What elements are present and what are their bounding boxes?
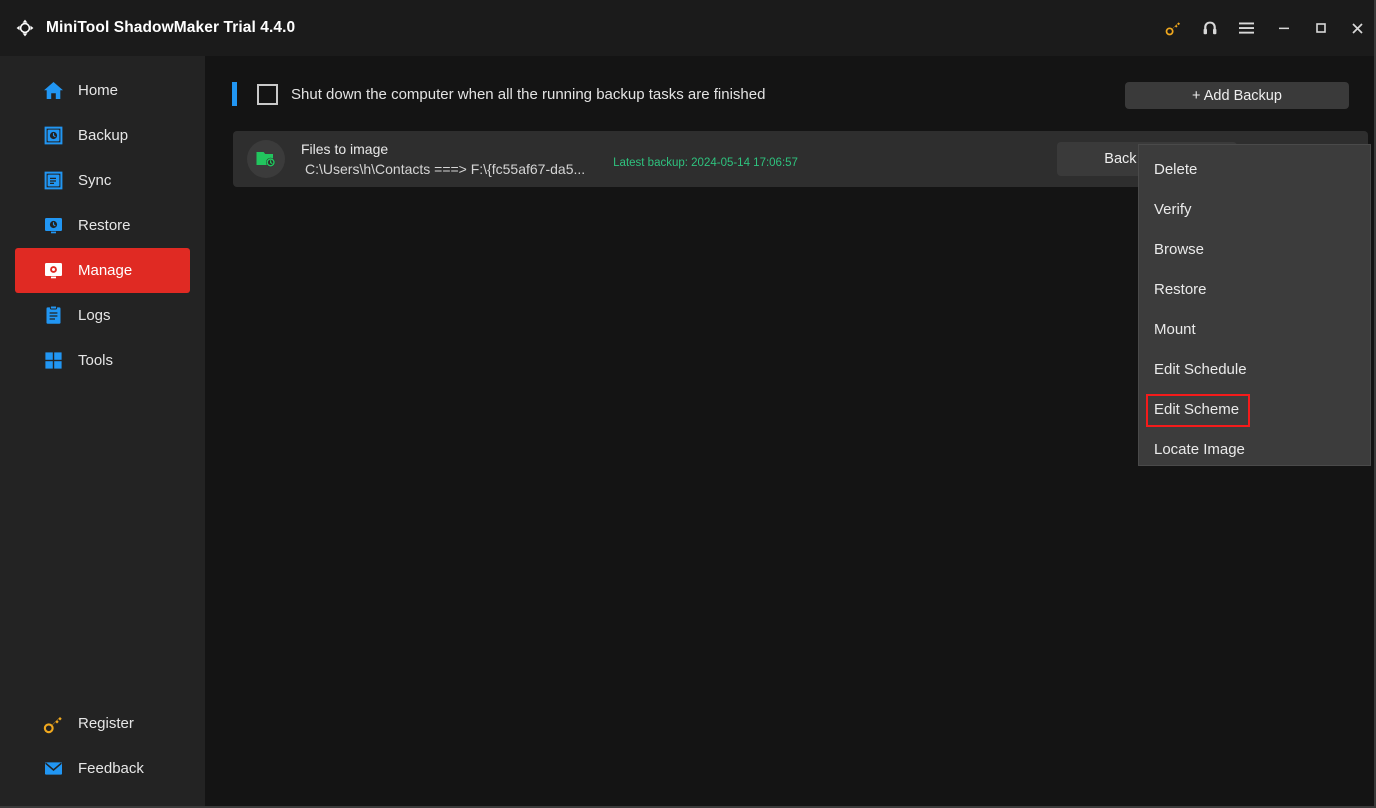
shutdown-checkbox-label: Shut down the computer when all the runn… <box>291 85 766 103</box>
sidebar-item-sync[interactable]: Sync <box>15 158 190 203</box>
sidebar-item-backup[interactable]: Backup <box>15 113 190 158</box>
sidebar-item-label: Feedback <box>78 760 144 777</box>
sidebar-item-label: Restore <box>78 217 131 234</box>
menu-item-restore[interactable]: Restore <box>1139 269 1370 309</box>
latest-backup-status: Latest backup: 2024-05-14 17:06:57 <box>613 157 798 169</box>
sidebar-item-feedback[interactable]: Feedback <box>15 746 190 791</box>
backup-task-path: C:\Users\h\Contacts ===> F:\{fc55af67-da… <box>305 160 586 177</box>
sidebar-item-label: Sync <box>78 172 112 189</box>
menu-item-delete[interactable]: Delete <box>1139 149 1370 189</box>
logs-icon <box>40 303 66 329</box>
sidebar-item-label: Manage <box>78 262 133 279</box>
menu-item-locate-image[interactable]: Locate Image <box>1139 429 1370 469</box>
sidebar-item-logs[interactable]: Logs <box>15 293 190 338</box>
app-title: MiniTool ShadowMaker Trial 4.4.0 <box>46 19 296 36</box>
manage-icon <box>40 258 66 284</box>
sync-icon <box>40 168 66 194</box>
backup-task-info: Files to image C:\Users\h\Contacts ===> … <box>301 140 585 179</box>
register-key-icon[interactable] <box>1154 0 1191 56</box>
menu-item-edit-schedule[interactable]: Edit Schedule <box>1139 349 1370 389</box>
tools-icon <box>40 348 66 374</box>
maximize-button[interactable] <box>1302 0 1339 56</box>
menu-item-browse[interactable]: Browse <box>1139 229 1370 269</box>
support-headset-icon[interactable] <box>1191 0 1228 56</box>
backup-task-title: Files to image <box>301 140 389 157</box>
close-button[interactable] <box>1339 0 1376 56</box>
sidebar-item-label: Home <box>78 82 119 99</box>
sidebar-item-manage[interactable]: Manage <box>15 248 190 293</box>
application-window: MiniTool ShadowMaker Trial 4.4.0 Home Ba… <box>0 0 1376 808</box>
menu-item-mount[interactable]: Mount <box>1139 309 1370 349</box>
sidebar-item-label: Register <box>78 715 134 732</box>
title-bar: MiniTool ShadowMaker Trial 4.4.0 <box>0 0 1376 56</box>
sidebar-item-label: Logs <box>78 307 111 324</box>
manage-toolbar: Shut down the computer when all the runn… <box>208 56 1374 136</box>
sidebar-item-tools[interactable]: Tools <box>15 338 190 383</box>
sidebar-item-label: Backup <box>78 127 129 144</box>
sidebar-bottom-nav: Register Feedback <box>0 701 205 791</box>
backup-icon <box>40 123 66 149</box>
add-backup-button[interactable]: + Add Backup <box>1125 82 1349 109</box>
sidebar-nav: Home Backup Sync Restore Manage Logs Too… <box>0 56 205 383</box>
sidebar-item-home[interactable]: Home <box>15 68 190 113</box>
sidebar: Home Backup Sync Restore Manage Logs Too… <box>0 56 205 808</box>
home-icon <box>40 78 66 104</box>
restore-icon <box>40 213 66 239</box>
sidebar-item-label: Tools <box>78 352 114 369</box>
title-bar-actions <box>1154 0 1376 56</box>
shadowmaker-logo-icon <box>12 15 38 41</box>
menu-hamburger-icon[interactable] <box>1228 0 1265 56</box>
key-icon <box>40 711 66 737</box>
envelope-icon <box>40 756 66 782</box>
accent-bar <box>232 82 237 106</box>
minimize-button[interactable] <box>1265 0 1302 56</box>
sidebar-item-register[interactable]: Register <box>15 701 190 746</box>
menu-item-edit-scheme[interactable]: Edit Scheme <box>1139 389 1370 429</box>
folder-backup-icon <box>247 140 285 178</box>
backup-context-menu: Delete Verify Browse Restore Mount Edit … <box>1138 144 1371 466</box>
sidebar-item-restore[interactable]: Restore <box>15 203 190 248</box>
shutdown-option-row[interactable]: Shut down the computer when all the runn… <box>232 82 765 106</box>
menu-item-verify[interactable]: Verify <box>1139 189 1370 229</box>
shutdown-checkbox[interactable] <box>257 83 278 105</box>
